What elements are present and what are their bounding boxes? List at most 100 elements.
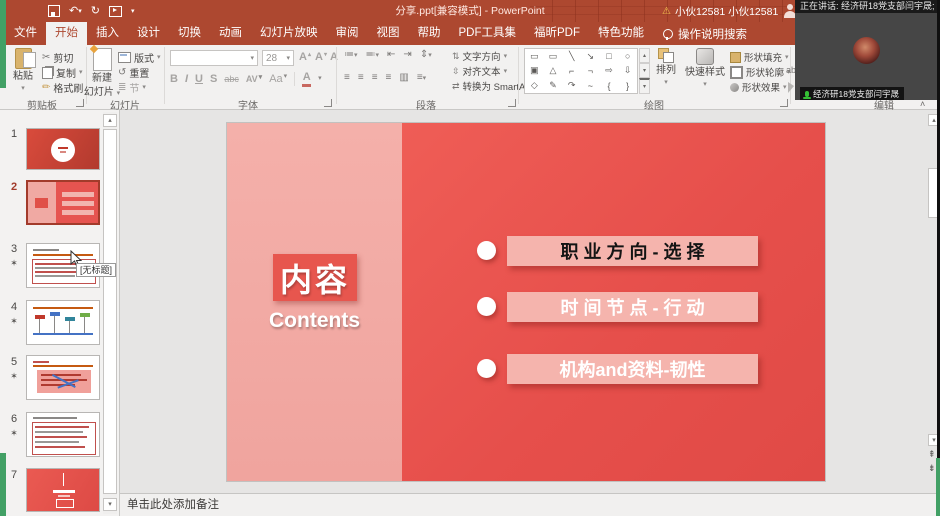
arrange-button[interactable]: 排列 ▾ [652,48,680,86]
underline-button[interactable]: U [195,73,203,85]
format-painter-button[interactable]: ✏ 格式刷 [42,80,83,95]
slide-thumbnail-5[interactable] [26,355,100,400]
tab-slideshow[interactable]: 幻灯片放映 [251,22,327,45]
shape-icon[interactable]: ▭ [544,49,563,64]
tab-animations[interactable]: 动画 [210,22,251,45]
shape-icon[interactable]: ⇩ [618,64,637,79]
tell-me-search[interactable]: 操作说明搜索 [653,22,757,45]
change-case-button[interactable]: Aa▾ [269,73,287,85]
tab-help[interactable]: 帮助 [409,22,450,45]
increase-indent-button[interactable]: ⇥ [403,50,411,60]
account-info[interactable]: ⚠ 小伙12581 小伙12581 [662,0,778,22]
tab-review[interactable]: 审阅 [327,22,368,45]
section-button[interactable]: ≣ 节 ▾ [118,80,146,95]
paragraph-dialog-launcher[interactable] [508,99,516,107]
thumbnail-scroll-up[interactable]: ▴ [103,114,117,127]
tab-view[interactable]: 视图 [368,22,409,45]
shape-icon[interactable]: ↷ [562,78,581,93]
shapes-more-button[interactable]: ▾ [639,78,650,94]
shape-icon[interactable]: ◇ [525,78,544,93]
shape-icon[interactable]: ~ [581,78,600,93]
italic-button[interactable]: I [185,73,188,85]
grow-font-button[interactable]: A▴ [299,51,311,63]
font-size-combo[interactable]: 28 ▾ [262,50,294,66]
thumbnail-scroll-down[interactable]: ▾ [103,498,117,511]
copy-button[interactable]: 复制 ▾ [42,65,83,80]
shapes-gallery[interactable]: ▭ ▭ ╲ ↘ □ ○ ▣ △ ⌐ ¬ ⇨ ⇩ ◇ ✎ ↷ ~ { } [524,48,638,94]
bold-button[interactable]: B [170,73,178,85]
shrink-font-button[interactable]: A▾ [315,51,327,63]
previous-slide-button[interactable]: ⇞ [928,449,936,460]
shape-icon[interactable]: } [618,78,637,93]
slide-heading-box[interactable]: 内容 [273,254,357,301]
notes-pane[interactable]: 单击此处添加备注 [120,493,940,516]
shape-icon[interactable]: ✎ [544,78,563,93]
align-right-button[interactable]: ≡ [372,73,378,83]
text-shadow-button[interactable]: S [210,73,217,85]
shape-effects-button[interactable]: 形状效果 ▾ [730,80,787,94]
slide-thumbnail-1[interactable] [26,128,100,170]
quick-styles-button[interactable]: 快速样式 ▾ [684,48,726,88]
shape-outline-button[interactable]: 形状轮廓 ▾ [730,65,791,79]
new-slide-button[interactable]: 新建 幻灯片 ▾ [88,48,116,98]
line-spacing-button[interactable]: ⇕▾ [420,50,432,60]
shape-icon[interactable]: ¬ [581,64,600,79]
slide-bullet-2[interactable]: 时 间 节 点 - 行 动 [507,292,758,322]
numbering-button[interactable]: ≕▾ [366,50,380,60]
character-spacing-button[interactable]: AV▾ [246,74,262,84]
shape-icon[interactable]: ○ [618,49,637,64]
collapse-ribbon-button[interactable]: ˄ [920,99,925,109]
slide-thumbnail-2[interactable] [26,180,100,225]
shape-icon[interactable]: ╲ [562,49,581,64]
strikethrough-button[interactable]: abc [224,74,239,84]
font-name-combo[interactable]: ▾ [170,50,258,66]
slide-thumbnail-6[interactable] [26,412,100,457]
slide-bullet-1[interactable]: 职 业 方 向 - 选 择 [507,236,758,266]
undo-button[interactable]: ↶▾ [69,6,82,17]
slide-canvas[interactable]: 内容 Contents 职 业 方 向 - 选 择 时 间 节 点 - 行 动 … [227,123,825,481]
shapes-scroll-down[interactable]: ▾ [639,63,650,78]
shape-icon[interactable]: ▣ [525,64,544,79]
tab-pdf-tools[interactable]: PDF工具集 [450,22,526,45]
bullets-button[interactable]: ≔▾ [344,50,358,60]
tab-insert[interactable]: 插入 [87,22,128,45]
slide-subheading[interactable]: Contents [227,309,402,333]
meeting-overlay[interactable]: 正在讲话: 经济研18党支部闫宇晟; 经济研18党支部闫宇晟 [795,0,940,100]
columns-button[interactable]: ▥ [399,73,408,83]
shape-icon[interactable]: { [600,78,619,93]
save-icon[interactable] [48,5,60,17]
cut-button[interactable]: ✂ 剪切 [42,50,73,65]
slide-thumbnail-4[interactable] [26,300,100,345]
drawing-dialog-launcher[interactable] [780,99,788,107]
reset-button[interactable]: ↺ 重置 [118,65,149,80]
shapes-scroll-up[interactable]: ▴ [639,48,650,63]
next-slide-button[interactable]: ⇟ [928,463,936,474]
text-direction-button[interactable]: ⇅ 文字方向 ▾ [452,49,507,63]
layout-button[interactable]: 版式 ▾ [118,50,161,65]
align-menu-button[interactable]: ≡▾ [417,73,426,83]
shape-icon[interactable]: △ [544,64,563,79]
tab-home[interactable]: 开始 [46,22,87,45]
shape-icon[interactable]: ↘ [581,49,600,64]
shape-fill-button[interactable]: 形状填充 ▾ [730,50,789,64]
slide-bullet-3[interactable]: 机构and资料-韧性 [507,354,758,384]
font-dialog-launcher[interactable] [324,99,332,107]
shape-icon[interactable]: ⌐ [562,64,581,79]
thumbnail-scrollbar-thumb[interactable] [103,129,117,494]
align-left-button[interactable]: ≡ [344,73,350,83]
justify-button[interactable]: ≡ [386,73,392,83]
meeting-video[interactable]: 经济研18党支部闫宇晟 [795,13,940,100]
shape-icon[interactable]: ⇨ [600,64,619,79]
tab-design[interactable]: 设计 [128,22,169,45]
redo-button[interactable]: ↻ [91,6,100,17]
select-button[interactable] [788,82,794,93]
paste-button[interactable]: 粘贴 ▾ [6,48,40,92]
decrease-indent-button[interactable]: ⇤ [387,50,395,60]
shape-icon[interactable]: ▭ [525,49,544,64]
shape-icon[interactable]: □ [600,49,619,64]
tab-foxit-pdf[interactable]: 福昕PDF [525,22,589,45]
tab-transitions[interactable]: 切换 [169,22,210,45]
font-color-button[interactable]: A [302,71,311,87]
align-center-button[interactable]: ≡ [358,73,364,83]
tab-file[interactable]: 文件 [5,22,46,45]
